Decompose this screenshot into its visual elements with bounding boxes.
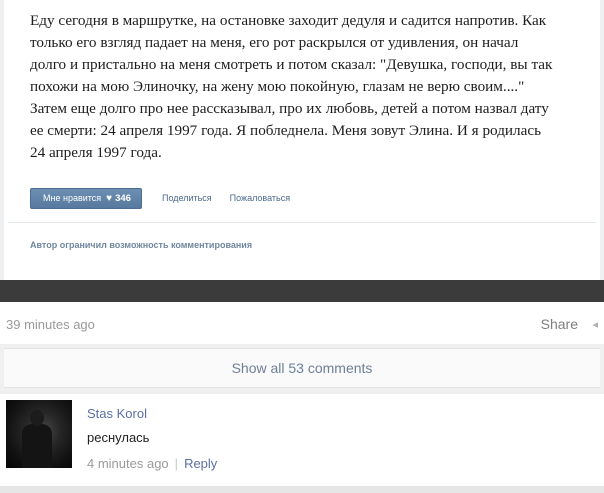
comment-timestamp: 4 minutes ago: [87, 456, 169, 471]
post-text: Еду сегодня в маршрутке, на остановке за…: [30, 10, 590, 164]
divider: [8, 222, 596, 223]
post-line: долго и пристально на меня смотреть и по…: [30, 56, 553, 73]
share-post-link[interactable]: Поделиться: [162, 193, 212, 203]
post-line: Затем еще долго про нее рассказывал, про…: [30, 100, 549, 117]
comment-item: Stas Korol реснулась 4 minutes ago | Reply: [0, 394, 604, 486]
post-line: похожи на мою Элиночку, на жену мою поко…: [30, 78, 525, 95]
share-arrow-icon: ◂: [592, 319, 598, 331]
comments-restricted-notice: Автор ограничил возможность комментирова…: [30, 240, 253, 250]
post-actions: Мне нравится ♥ 346 Поделиться Пожаловать…: [30, 187, 290, 209]
avatar-figure: [22, 424, 52, 468]
post-timestamp: 39 minutes ago: [6, 317, 95, 332]
reply-link[interactable]: Reply: [184, 456, 217, 471]
comment-author[interactable]: Stas Korol: [87, 406, 147, 421]
dark-band: [0, 280, 604, 302]
avatar[interactable]: [6, 400, 72, 468]
comment-meta: 4 minutes ago | Reply: [87, 456, 217, 471]
share-button[interactable]: Share: [541, 316, 578, 332]
like-label: Мне нравится: [43, 193, 102, 203]
post-line: Еду сегодня в маршрутке, на остановке за…: [30, 12, 547, 29]
separator: |: [174, 456, 179, 471]
like-count: 346: [115, 192, 131, 204]
show-all-comments-button[interactable]: Show all 53 comments: [4, 348, 600, 388]
post-line: 24 апреля 1997 года.: [30, 144, 162, 161]
post-line: только его взгляд падает на меня, его ро…: [30, 34, 519, 51]
post-meta-row: 39 minutes ago Share ◂: [0, 302, 604, 344]
like-button[interactable]: Мне нравится ♥ 346: [30, 187, 142, 209]
bottom-strip: [0, 486, 604, 493]
fb-comments-area: 39 minutes ago Share ◂ Show all 53 comme…: [0, 302, 604, 493]
report-link[interactable]: Пожаловаться: [230, 193, 290, 203]
post-line: ее смерти: 24 апреля 1997 года. Я поблед…: [30, 122, 542, 139]
avatar-figure-head: [30, 410, 44, 426]
comment-text: реснулась: [87, 430, 150, 445]
heart-icon: ♥: [106, 192, 113, 204]
vk-post: Еду сегодня в маршрутке, на остановке за…: [0, 0, 604, 280]
